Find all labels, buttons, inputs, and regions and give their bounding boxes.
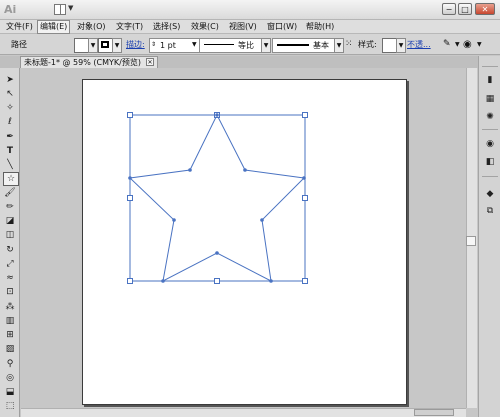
brushes-panel-icon[interactable]: ✺: [483, 111, 497, 124]
anchor-point[interactable]: [188, 168, 192, 172]
anchor-point[interactable]: [260, 218, 264, 222]
anchor-point[interactable]: [302, 176, 306, 180]
resize-handle[interactable]: [127, 195, 133, 201]
anchor-point[interactable]: [161, 279, 165, 283]
horizontal-scroll-thumb[interactable]: [414, 409, 454, 416]
bounding-box[interactable]: [129, 114, 306, 282]
vertical-scroll-thumb[interactable]: [466, 236, 476, 246]
swatches-panel-icon[interactable]: ▦: [483, 93, 497, 106]
anchor-point[interactable]: [269, 279, 273, 283]
gradient-panel-icon[interactable]: ◧: [483, 156, 497, 169]
resize-handle[interactable]: [214, 278, 220, 284]
anchor-point[interactable]: [215, 251, 219, 255]
anchor-point[interactable]: [172, 218, 176, 222]
resize-handle[interactable]: [127, 278, 133, 284]
color-panel-icon[interactable]: ▮: [483, 74, 497, 87]
star-path[interactable]: [128, 113, 306, 282]
resize-handle[interactable]: [302, 195, 308, 201]
stroke-panel-icon[interactable]: ◉: [483, 138, 497, 151]
anchor-point[interactable]: [215, 113, 219, 117]
artboards-panel-icon[interactable]: ⧉: [483, 205, 497, 218]
horizontal-scrollbar[interactable]: [21, 408, 466, 417]
resize-handle[interactable]: [127, 112, 133, 118]
selected-star-artwork[interactable]: [0, 0, 500, 417]
layers-panel-icon[interactable]: ◆: [483, 188, 497, 201]
resize-handle[interactable]: [302, 278, 308, 284]
anchor-point[interactable]: [128, 176, 132, 180]
resize-handle[interactable]: [302, 112, 308, 118]
panel-dock: ▮ ▦ ✺ ◉ ◧ ◆ ⧉: [478, 56, 500, 417]
anchor-point[interactable]: [243, 168, 247, 172]
